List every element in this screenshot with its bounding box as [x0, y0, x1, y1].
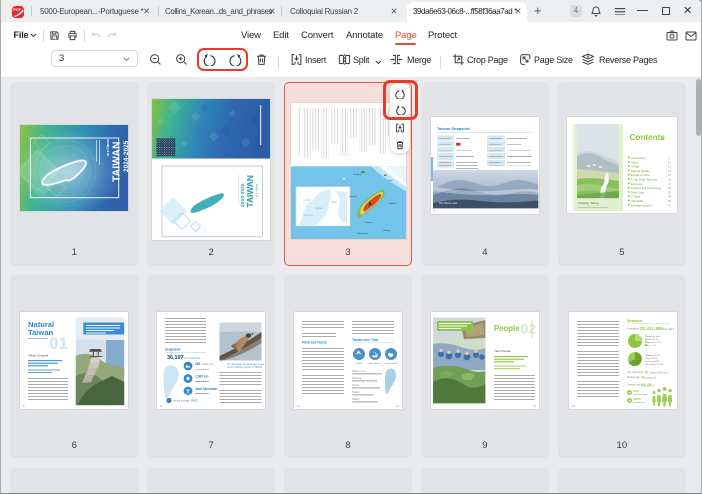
svg-text:years old: years old	[646, 377, 656, 380]
svg-text:36,197: 36,197	[167, 355, 184, 361]
svg-text:88.2%: 88.2%	[634, 397, 642, 401]
svg-text:Chishang, Taitung: Chishang, Taitung	[578, 201, 599, 205]
svg-text:TAIWAN: TAIWAN	[245, 175, 255, 207]
svg-text:Flora and Fauna: Flora and Fauna	[302, 341, 327, 345]
svg-text:Tainan: Tainan	[365, 222, 372, 224]
svg-text:Snapshot: Snapshot	[627, 319, 643, 323]
svg-text:Taiwan over Time: Taiwan over Time	[352, 338, 379, 342]
svg-text:Yehliu Geopark: Yehliu Geopark	[28, 354, 49, 358]
svg-text:Shantou: Shantou	[304, 214, 314, 217]
svg-text:Taoist 33.2%: Taoist 33.2%	[645, 357, 658, 360]
svg-text:268: 268	[195, 362, 201, 366]
svg-text:smartphone: smartphone	[634, 401, 646, 404]
svg-text:Snapshot: Snapshot	[165, 348, 181, 352]
svg-text:81: 81	[645, 371, 649, 375]
svg-text:internet usage: internet usage	[634, 393, 649, 396]
svg-text:Taichung: Taichung	[352, 378, 362, 380]
svg-text:Fuzhou: Fuzhou	[303, 199, 312, 202]
svg-text:Other 1.1%: Other 1.1%	[645, 344, 656, 347]
svg-text:Xiamen: Xiamen	[315, 207, 324, 210]
svg-text:at a Glance: at a Glance	[255, 183, 259, 197]
svg-text:total, 2024: total, 2024	[663, 328, 674, 331]
svg-text:2024-2025: 2024-2025	[123, 140, 128, 172]
svg-text:Taiwanese (incl.: Taiwanese (incl.	[645, 336, 661, 338]
svg-text:annual average: annual average	[173, 400, 190, 403]
svg-text:23°C: 23°C	[191, 399, 199, 403]
svg-text:Christian 3.9%: Christian 3.9%	[645, 360, 659, 363]
svg-text:Cultural Hub: Cultural Hub	[385, 362, 398, 365]
svg-text:Keelung: Keelung	[353, 174, 362, 176]
svg-text:Flights: Flights	[356, 362, 363, 365]
svg-text:Taitung: Taitung	[352, 398, 360, 401]
svg-text:94%: 94%	[634, 389, 640, 393]
svg-text:Jade Mountain: Jade Mountain	[195, 387, 217, 391]
svg-text:Hsinchu: Hsinchu	[349, 196, 358, 198]
svg-text:72: 72	[668, 203, 672, 207]
svg-text:peaks over: peaks over	[202, 363, 214, 366]
svg-text:44: 44	[641, 376, 645, 380]
svg-text:Heritage Keepers: Heritage Keepers	[631, 203, 653, 207]
svg-text:01: 01	[49, 334, 68, 353]
svg-text:Median age: Median age	[627, 376, 640, 379]
svg-text:Buddhist 35.3%: Buddhist 35.3%	[645, 354, 660, 357]
svg-text:years (2023 est.): years (2023 est.)	[650, 372, 668, 375]
svg-text:Other/None 27.6%: Other/None 27.6%	[645, 363, 663, 366]
svg-text:TAIWAN: TAIWAN	[112, 141, 123, 182]
svg-text:Taitung: Taitung	[383, 229, 391, 232]
svg-text:98.29: 98.29	[641, 383, 652, 388]
svg-text:Yilan: Yilan	[388, 180, 394, 182]
svg-text:Taiwan Snapshot: Taiwan Snapshot	[437, 126, 470, 131]
svg-text:Indigenous 2.5%: Indigenous 2.5%	[645, 342, 661, 344]
svg-text:Sun Moon Lake: Sun Moon Lake	[439, 201, 458, 205]
svg-text:Taipei to n.a.: Taipei to n.a.	[352, 370, 365, 373]
svg-text:Tainan: Tainan	[352, 385, 359, 387]
svg-text:at a Glance: at a Glance	[106, 139, 110, 156]
svg-text:Life expectancy: Life expectancy	[627, 371, 644, 374]
svg-text:Literacy rate: Literacy rate	[627, 384, 641, 387]
svg-text:Hualien: Hualien	[389, 203, 397, 205]
svg-text:1,566 km: 1,566 km	[195, 375, 209, 379]
svg-text:Contents: Contents	[630, 133, 666, 142]
svg-text:Taipei: Taipei	[331, 201, 338, 204]
svg-text:Yami People: Yami People	[494, 349, 511, 353]
svg-text:People: People	[494, 324, 520, 333]
svg-text:Hualien: Hualien	[352, 392, 361, 394]
svg-text:Hakka) 96.4%: Hakka) 96.4%	[645, 339, 659, 341]
svg-text:km² total area: km² total area	[184, 356, 200, 360]
svg-text:Kaohsiung: Kaohsiung	[357, 233, 368, 235]
svg-text:23,412,899: 23,412,899	[640, 326, 663, 331]
svg-text:of the endemic species in Taiw: of the endemic species in Taiwan	[227, 366, 263, 369]
svg-text:02: 02	[520, 321, 536, 337]
svg-text:Population: Population	[627, 327, 640, 331]
svg-text:Boat Routes: Boat Routes	[369, 362, 382, 365]
